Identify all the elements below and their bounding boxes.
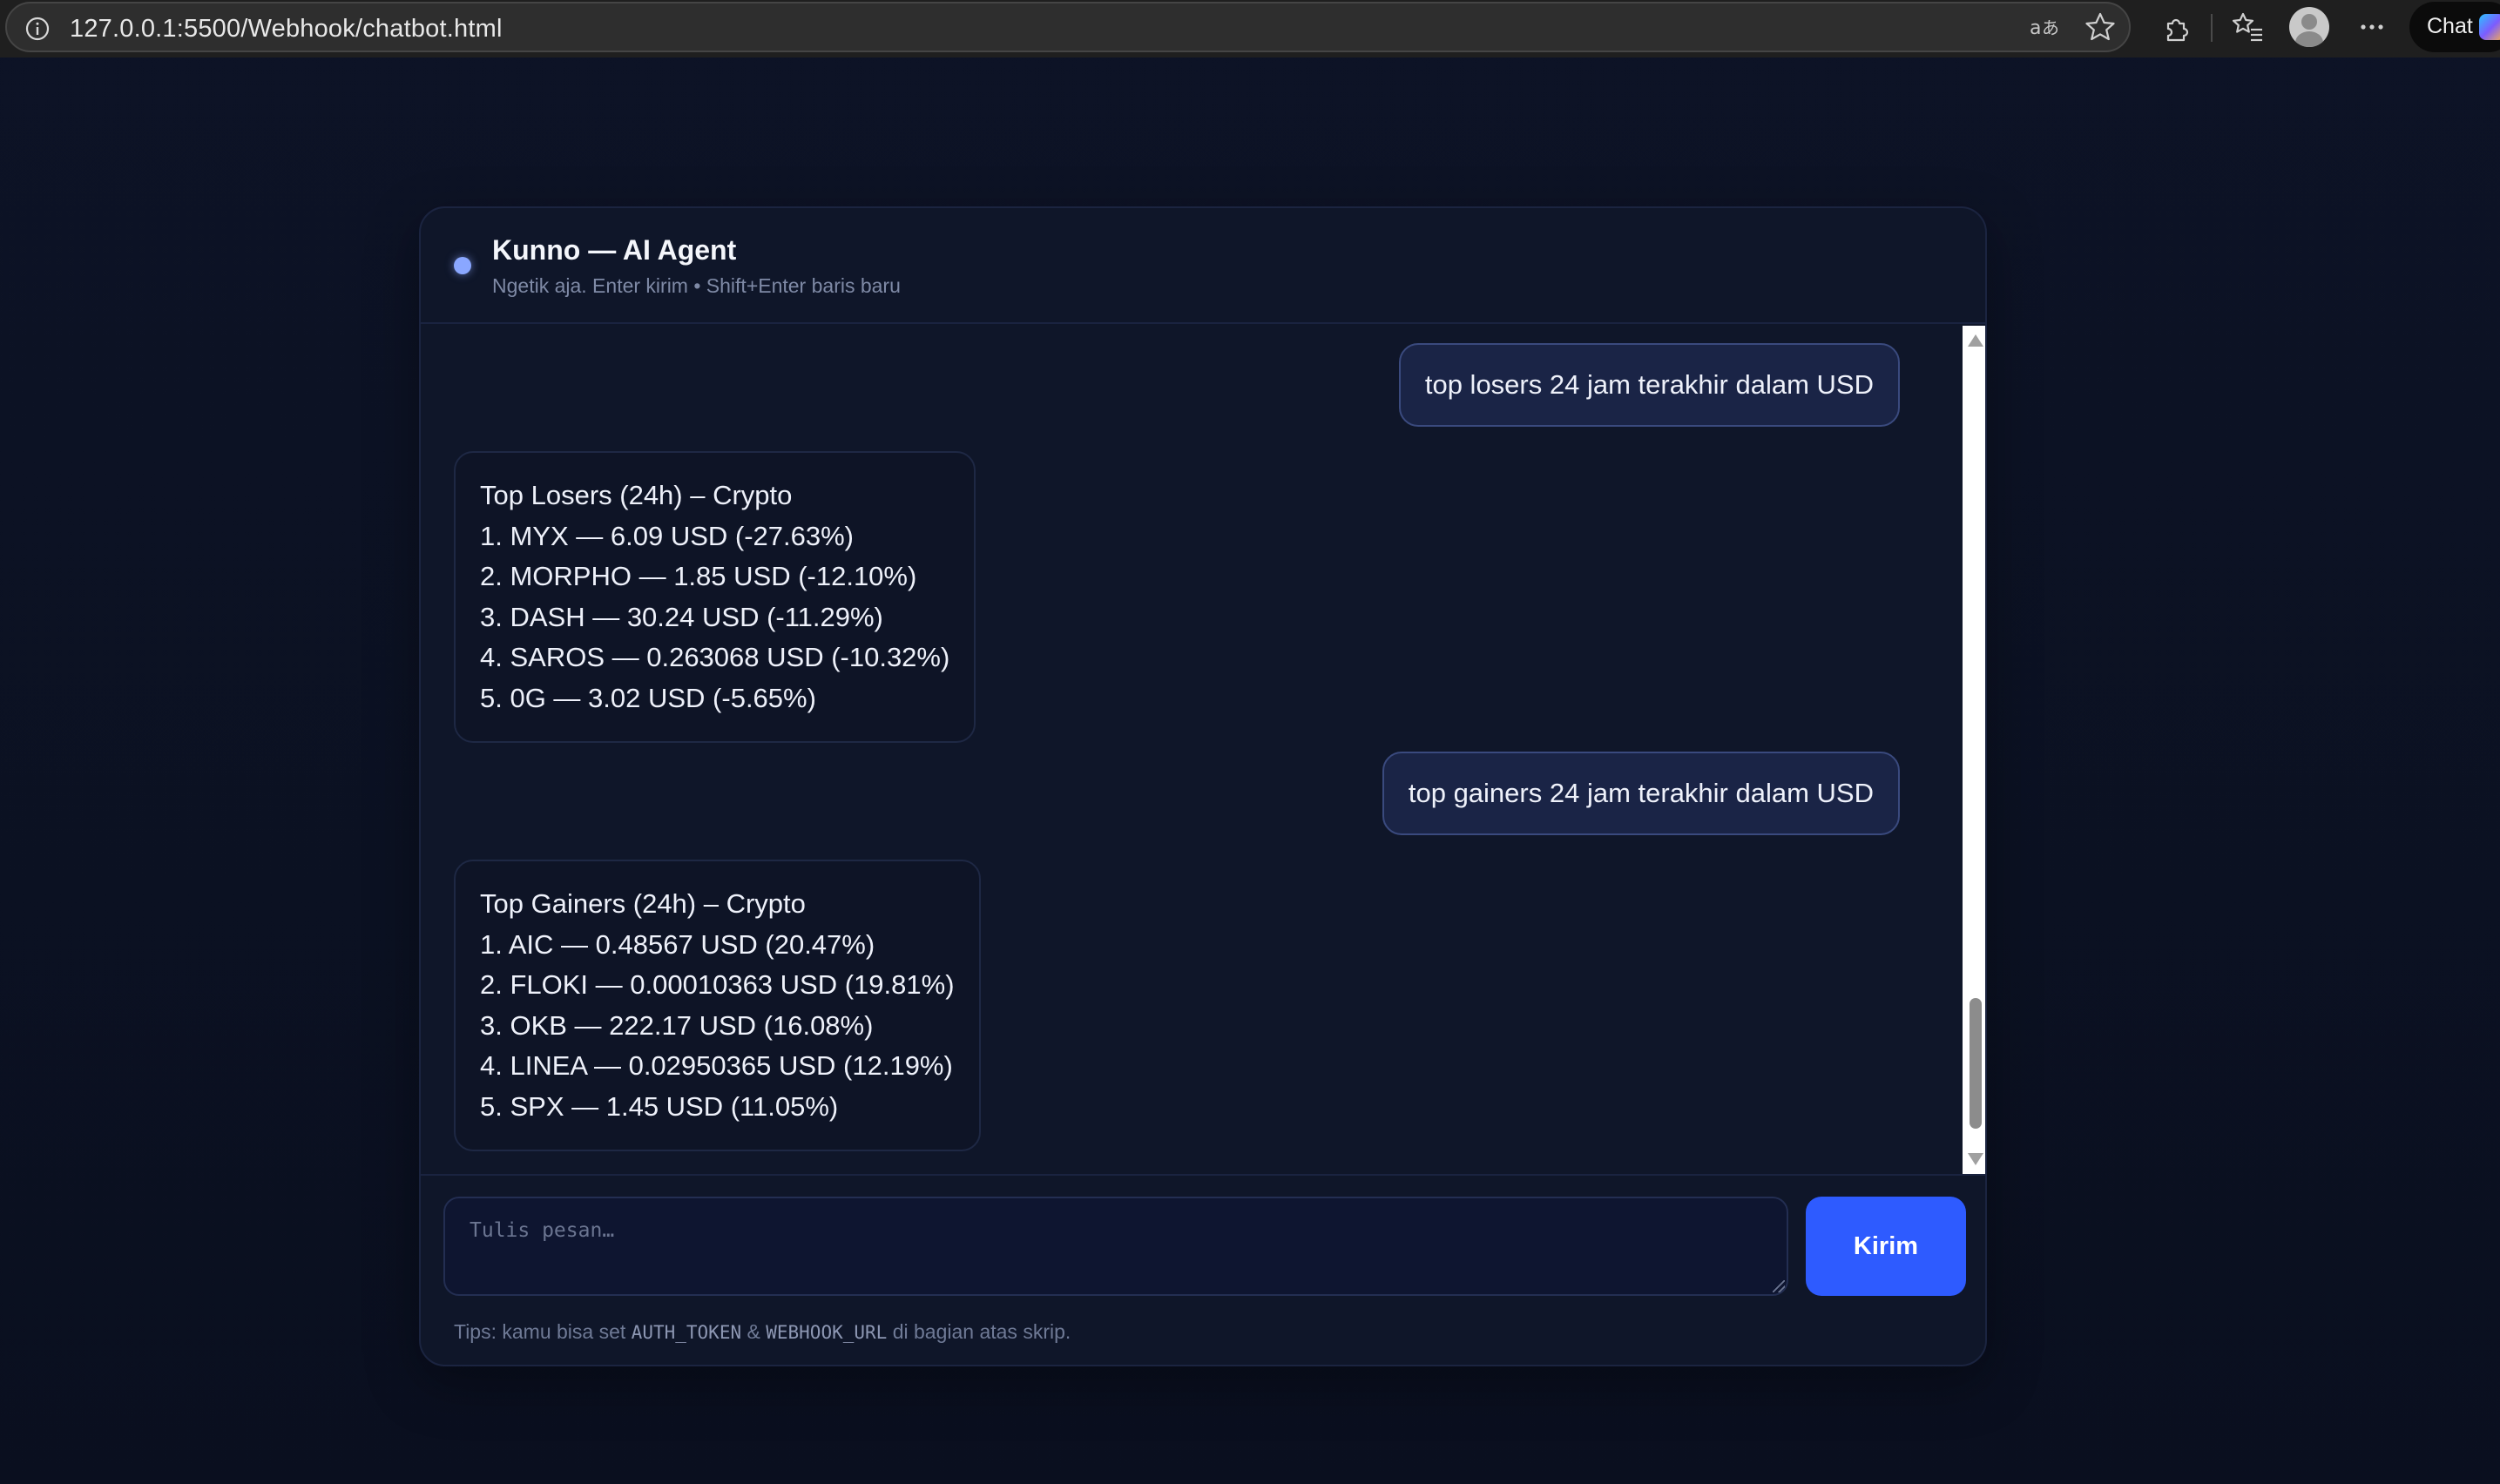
info-icon[interactable] xyxy=(24,16,51,42)
copilot-chat-button[interactable]: Chat xyxy=(2409,2,2500,52)
tips-text: Tips: kamu bisa set AUTH_TOKEN & WEBHOOK… xyxy=(454,1320,1071,1344)
scroll-down-arrow-icon[interactable] xyxy=(1968,1153,1983,1165)
bot-message-line: 2. FLOKI — 0.00010363 USD (19.81%) xyxy=(480,969,955,1000)
browser-toolbar: 127.0.0.1:5500/Webhook/chatbot.html a あ xyxy=(0,0,2500,57)
bot-message: Top Losers (24h) – Crypto 1. MYX — 6.09 … xyxy=(454,451,976,743)
bot-message-line: 5. SPX — 1.45 USD (11.05%) xyxy=(480,1090,839,1122)
scroll-thumb[interactable] xyxy=(1970,998,1982,1129)
chat-card: Kunno — AI Agent Ngetik aja. Enter kirim… xyxy=(419,206,1987,1366)
toolbar-divider xyxy=(2211,14,2213,42)
bot-message-line: Top Gainers (24h) – Crypto xyxy=(480,888,806,919)
chat-label: Chat xyxy=(2427,14,2473,38)
bot-message-line: 2. MORPHO — 1.85 USD (-12.10%) xyxy=(480,561,917,591)
tips-code-auth-token: AUTH_TOKEN xyxy=(631,1322,742,1343)
bot-message-line: 1. MYX — 6.09 USD (-27.63%) xyxy=(480,520,854,551)
address-bar[interactable]: 127.0.0.1:5500/Webhook/chatbot.html xyxy=(5,2,2131,52)
message-input[interactable] xyxy=(443,1197,1788,1296)
textarea-resize-handle[interactable] xyxy=(1773,1280,1785,1292)
chat-header: Kunno — AI Agent Ngetik aja. Enter kirim… xyxy=(421,208,1985,324)
scroll-up-arrow-icon[interactable] xyxy=(1968,334,1983,347)
profile-avatar[interactable] xyxy=(2289,7,2329,47)
bot-message-line: 5. 0G — 3.02 USD (-5.65%) xyxy=(480,682,816,713)
extensions-icon[interactable] xyxy=(2160,10,2193,44)
bot-message-line: 4. LINEA — 0.02950365 USD (12.19%) xyxy=(480,1050,953,1081)
copilot-icon xyxy=(2479,14,2500,40)
bot-message-line: 1. AIC — 0.48567 USD (20.47%) xyxy=(480,928,875,960)
read-aloud-icon[interactable]: a あ xyxy=(2028,10,2061,44)
svg-text:あ: あ xyxy=(2042,17,2059,38)
more-options-icon[interactable] xyxy=(2355,10,2389,44)
bot-message-line: Top Losers (24h) – Crypto xyxy=(480,480,793,510)
composer: Kirim Tips: kamu bisa set AUTH_TOKEN & W… xyxy=(421,1174,1985,1365)
svg-text:a: a xyxy=(2030,17,2041,39)
tips-code-webhook-url: WEBHOOK_URL xyxy=(766,1322,888,1343)
bot-message-line: 3. DASH — 30.24 USD (-11.29%) xyxy=(480,601,883,632)
agent-subtitle: Ngetik aja. Enter kirim • Shift+Enter ba… xyxy=(492,274,901,297)
tips-prefix: Tips: kamu bisa set xyxy=(454,1320,632,1343)
favorites-icon[interactable] xyxy=(2232,10,2265,44)
user-message: top losers 24 jam terakhir dalam USD xyxy=(1398,343,1900,427)
tips-joiner: & xyxy=(741,1320,767,1343)
bot-message-line: 3. OKB — 222.17 USD (16.08%) xyxy=(480,1009,874,1041)
url-text[interactable]: 127.0.0.1:5500/Webhook/chatbot.html xyxy=(70,15,503,44)
favorite-star-icon[interactable] xyxy=(2084,10,2117,44)
agent-title: Kunno — AI Agent xyxy=(492,234,737,266)
bot-message-line: 4. SAROS — 0.263068 USD (-10.32%) xyxy=(480,642,950,672)
user-message: top gainers 24 jam terakhir dalam USD xyxy=(1382,752,1900,835)
online-status-dot xyxy=(454,257,471,274)
send-button[interactable]: Kirim xyxy=(1806,1197,1966,1296)
message-scrollbar[interactable] xyxy=(1963,326,1985,1174)
bot-message: Top Gainers (24h) – Crypto 1. AIC — 0.48… xyxy=(454,860,981,1151)
message-list[interactable]: top losers 24 jam terakhir dalam USD Top… xyxy=(421,324,1957,1174)
tips-suffix: di bagian atas skrip. xyxy=(887,1320,1071,1343)
